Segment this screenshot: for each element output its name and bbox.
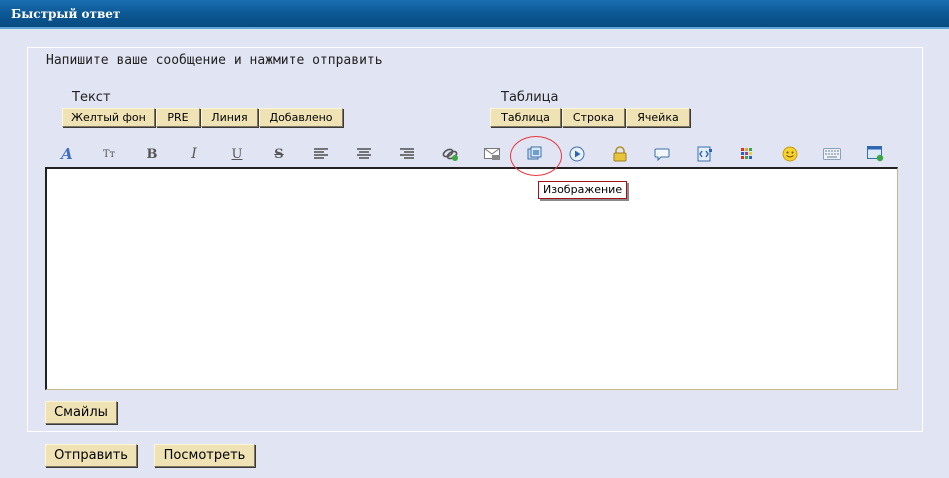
quote-svg (654, 148, 670, 161)
lock-icon[interactable] (611, 145, 629, 163)
smiley-icon[interactable] (781, 145, 799, 163)
lock-svg (613, 146, 627, 162)
message-textarea[interactable] (45, 167, 898, 390)
code-icon[interactable] (696, 145, 714, 163)
align-center-icon[interactable] (355, 145, 373, 163)
text-group-label: Текст (72, 90, 111, 105)
italic-icon[interactable]: I (185, 145, 203, 163)
video-svg (569, 146, 585, 162)
table-group-label: Таблица (501, 90, 559, 105)
bold-icon[interactable]: B (143, 145, 161, 163)
align-center-svg (357, 148, 371, 159)
underline-icon[interactable]: U (228, 145, 246, 163)
image-tooltip: Изображение (538, 181, 628, 199)
font-size-glyph: Тт (102, 148, 116, 160)
smileys-button[interactable]: Смайлы (45, 401, 117, 424)
font-glyph: A (61, 145, 73, 163)
image-button-highlight (510, 136, 562, 176)
video-icon[interactable] (568, 145, 586, 163)
preview-window-svg (866, 146, 883, 162)
line-button[interactable]: Линия (201, 108, 258, 127)
color-palette-icon[interactable] (738, 145, 756, 163)
link-icon[interactable] (441, 145, 459, 163)
align-left-icon[interactable] (312, 145, 330, 163)
header-title: Быстрый ответ (11, 7, 121, 21)
strikethrough-icon[interactable]: S (270, 145, 288, 163)
added-button[interactable]: Добавлено (259, 108, 343, 127)
row-button[interactable]: Строка (562, 108, 625, 127)
link-svg (442, 148, 458, 161)
cell-button[interactable]: Ячейка (626, 108, 690, 127)
email-svg (483, 148, 500, 160)
font-size-icon[interactable]: Тт (100, 145, 118, 163)
strike-glyph: S (274, 146, 284, 162)
table-button[interactable]: Таблица (490, 108, 561, 127)
email-icon[interactable] (483, 145, 501, 163)
preview-window-icon[interactable] (866, 145, 884, 163)
keyboard-svg (823, 148, 841, 160)
keyboard-icon[interactable] (823, 145, 841, 163)
code-svg (697, 146, 712, 162)
quote-icon[interactable] (653, 145, 671, 163)
align-left-svg (314, 148, 328, 159)
italic-glyph: I (191, 146, 197, 162)
align-right-icon[interactable] (398, 145, 416, 163)
preview-button[interactable]: Посмотреть (154, 444, 255, 467)
underline-glyph: U (231, 146, 243, 162)
header-bar: Быстрый ответ (0, 0, 949, 29)
color-palette-svg (741, 148, 752, 159)
submit-button[interactable]: Отправить (45, 444, 137, 467)
smiley-svg (782, 146, 798, 162)
align-right-svg (400, 148, 414, 159)
font-icon[interactable]: A (58, 145, 76, 163)
instruction-text: Напишите ваше сообщение и нажмите отправ… (46, 53, 383, 68)
pre-button[interactable]: PRE (156, 108, 200, 127)
bold-glyph: B (146, 146, 158, 162)
yellow-bg-button[interactable]: Желтый фон (62, 108, 155, 127)
